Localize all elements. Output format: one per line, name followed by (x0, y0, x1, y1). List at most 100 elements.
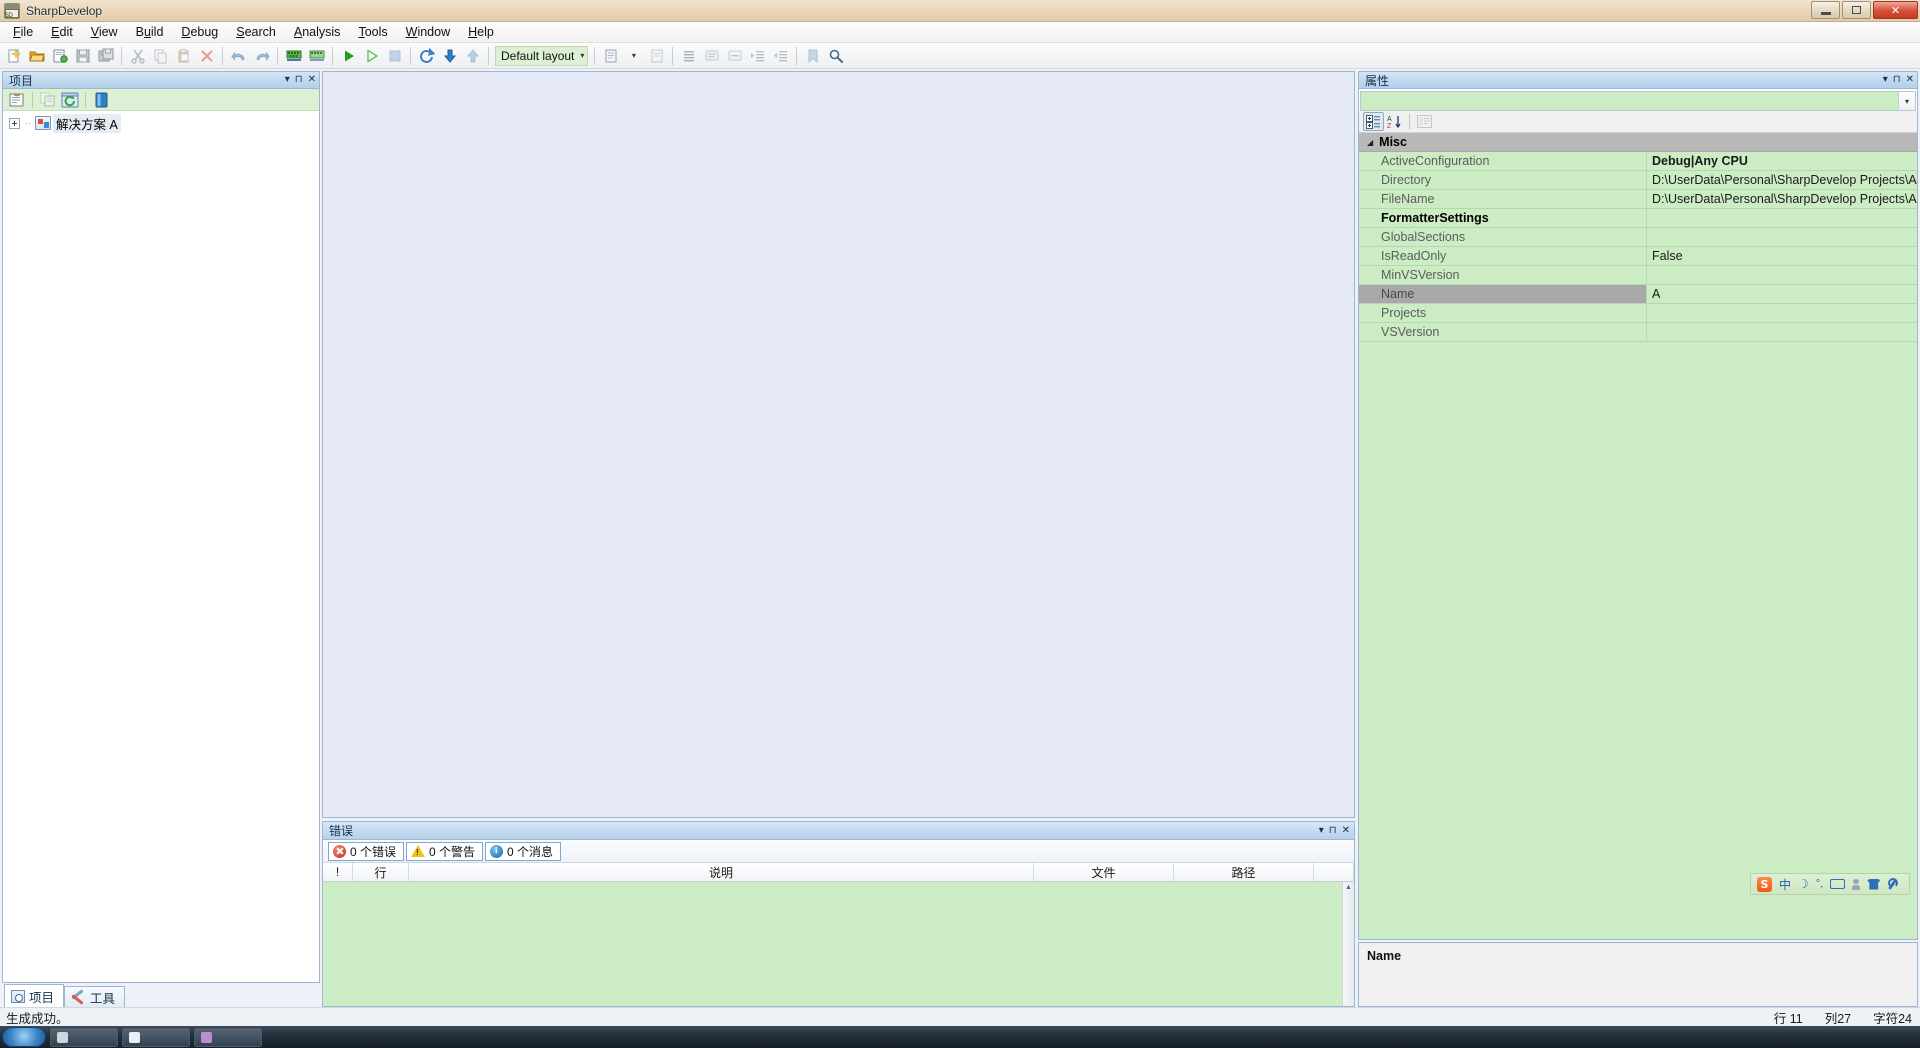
panel-menu-icon[interactable]: ▾ (1319, 825, 1324, 836)
filter-messages-button[interactable]: 0 个消息 (485, 841, 562, 861)
search-icon[interactable] (824, 45, 847, 67)
uncomment-icon[interactable] (723, 45, 746, 67)
build-solution-icon[interactable] (282, 45, 305, 67)
property-value[interactable]: Debug|Any CPU (1647, 152, 1917, 170)
panel-close-icon[interactable]: ✕ (1342, 825, 1350, 836)
property-value[interactable]: False (1647, 247, 1917, 265)
moon-icon[interactable]: ☽ (1798, 877, 1809, 891)
property-row-globalsections[interactable]: GlobalSections (1359, 228, 1917, 247)
property-value[interactable]: D:\UserData\Personal\SharpDevelop Projec… (1647, 171, 1917, 189)
property-value[interactable] (1647, 266, 1917, 284)
taskbar-item-1[interactable] (50, 1027, 118, 1047)
move-up-icon[interactable] (461, 45, 484, 67)
properties-grid[interactable]: ◢ Misc ActiveConfiguration Debug|Any CPU… (1359, 133, 1917, 939)
property-value[interactable] (1647, 304, 1917, 322)
project-properties-icon[interactable] (6, 90, 28, 110)
copy-item-icon[interactable] (37, 90, 59, 110)
property-row-vsversion[interactable]: VSVersion (1359, 323, 1917, 342)
keyboard-icon[interactable] (1830, 879, 1846, 889)
properties-category-misc[interactable]: ◢ Misc (1359, 133, 1917, 152)
property-row-projects[interactable]: Projects (1359, 304, 1917, 323)
property-value[interactable] (1647, 228, 1917, 246)
errors-grid-scrollbar[interactable]: ▲ (1342, 882, 1354, 1006)
copy-icon[interactable] (149, 45, 172, 67)
categorized-view-icon[interactable] (1363, 112, 1384, 131)
panel-pin-icon[interactable]: ⊓ (1893, 75, 1901, 85)
ime-toolbar[interactable]: S 中 ☽ °, (1750, 873, 1910, 895)
column-header-file[interactable]: 文件 (1034, 863, 1174, 881)
property-value[interactable]: A (1647, 285, 1917, 303)
property-row-name[interactable]: Name A (1359, 285, 1917, 304)
menu-file[interactable]: File (4, 23, 42, 41)
property-value[interactable]: D:\UserData\Personal\SharpDevelop Projec… (1647, 190, 1917, 208)
property-row-activeconfiguration[interactable]: ActiveConfiguration Debug|Any CPU (1359, 152, 1917, 171)
stop-icon[interactable] (383, 45, 406, 67)
menu-window[interactable]: Window (397, 23, 459, 41)
sogou-logo-icon[interactable]: S (1757, 876, 1772, 892)
scroll-up-icon[interactable]: ▲ (1345, 884, 1352, 891)
punctuation-icon[interactable]: °, (1816, 878, 1823, 890)
panel-close-icon[interactable]: ✕ (308, 75, 316, 85)
solution-tree[interactable]: ·· 解决方案 A (3, 111, 319, 982)
filter-errors-button[interactable]: 0 个错误 (328, 841, 405, 861)
property-row-formattersettings[interactable]: FormatterSettings (1359, 209, 1917, 228)
comment-icon[interactable] (700, 45, 723, 67)
column-header-description[interactable]: 说明 (409, 863, 1034, 881)
property-row-isreadonly[interactable]: IsReadOnly False (1359, 247, 1917, 266)
tab-projects[interactable]: 项目 (4, 984, 65, 1007)
chevron-down-icon[interactable]: ▾ (1898, 92, 1915, 110)
filter-warnings-button[interactable]: 0 个警告 (406, 841, 484, 861)
layout-combo[interactable]: Default layout ▾ (495, 45, 589, 66)
menu-search[interactable]: Search (227, 23, 285, 41)
paste-icon[interactable] (172, 45, 195, 67)
menu-tools[interactable]: Tools (349, 23, 396, 41)
errors-grid-body[interactable] (323, 882, 1342, 1006)
property-pages-icon[interactable] (1414, 112, 1435, 131)
column-header-path[interactable]: 路径 (1174, 863, 1314, 881)
refresh-icon[interactable] (59, 90, 81, 110)
taskbar-item-3[interactable] (194, 1027, 262, 1047)
property-row-filename[interactable]: FileName D:\UserData\Personal\SharpDevel… (1359, 190, 1917, 209)
run-icon[interactable] (337, 45, 360, 67)
panel-pin-icon[interactable]: ⊓ (295, 75, 303, 85)
move-down-icon[interactable] (438, 45, 461, 67)
skin-icon[interactable] (1867, 878, 1881, 890)
menu-help[interactable]: Help (459, 23, 503, 41)
outdent-icon[interactable] (769, 45, 792, 67)
new-file-icon[interactable] (2, 45, 25, 67)
document-dropdown-icon[interactable]: ▾ (622, 45, 645, 67)
rebuild-solution-icon[interactable] (305, 45, 328, 67)
restore-button[interactable] (1842, 1, 1871, 19)
category-collapse-icon[interactable]: ◢ (1367, 138, 1373, 147)
undo-icon[interactable] (227, 45, 250, 67)
toggle-lines-icon[interactable] (677, 45, 700, 67)
start-button[interactable] (2, 1027, 46, 1047)
new-document-icon[interactable] (645, 45, 668, 67)
redo-icon[interactable] (250, 45, 273, 67)
taskbar-item-2[interactable] (122, 1027, 190, 1047)
property-value[interactable] (1647, 323, 1917, 341)
wrench-icon[interactable] (1887, 878, 1899, 890)
property-value[interactable] (1647, 209, 1917, 227)
indent-icon[interactable] (746, 45, 769, 67)
chinese-mode-toggle[interactable]: 中 (1779, 876, 1791, 893)
alphabetical-sort-icon[interactable]: AZ (1384, 112, 1405, 131)
save-all-icon[interactable] (94, 45, 117, 67)
show-all-files-icon[interactable] (90, 90, 112, 110)
refresh-icon[interactable] (415, 45, 438, 67)
tree-node-solution[interactable]: ·· 解决方案 A (9, 113, 319, 133)
panel-menu-icon[interactable]: ▾ (1883, 75, 1888, 85)
panel-close-icon[interactable]: ✕ (1906, 75, 1914, 85)
property-row-directory[interactable]: Directory D:\UserData\Personal\SharpDeve… (1359, 171, 1917, 190)
panel-pin-icon[interactable]: ⊓ (1329, 825, 1337, 836)
minimize-button[interactable] (1811, 1, 1840, 19)
menu-view[interactable]: View (82, 23, 127, 41)
panel-menu-icon[interactable]: ▾ (285, 75, 290, 85)
menu-edit[interactable]: Edit (42, 23, 82, 41)
document-area[interactable] (322, 71, 1355, 818)
column-header-severity[interactable]: ! (323, 863, 353, 881)
open-solution-icon[interactable] (48, 45, 71, 67)
save-icon[interactable] (71, 45, 94, 67)
menu-debug[interactable]: Debug (172, 23, 227, 41)
menu-analysis[interactable]: Analysis (285, 23, 350, 41)
